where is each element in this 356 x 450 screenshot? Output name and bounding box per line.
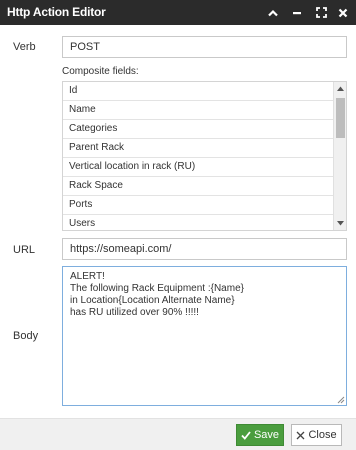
composite-field-item[interactable]: Id [63, 82, 334, 101]
url-label: URL [13, 244, 36, 256]
body-text-line: in Location{Location Alternate Name} [70, 295, 235, 306]
scroll-down-icon[interactable] [334, 217, 346, 230]
body-text: ALERT! The following Rack Equipment :{Nam… [70, 271, 339, 319]
close-button-label: Close [308, 429, 337, 441]
minimize-icon[interactable] [286, 0, 308, 25]
composite-fields-items: Id Name Categories Parent Rack Vertical loca… [63, 82, 334, 230]
url-input[interactable]: https://someapi.com/ [62, 238, 347, 260]
body-text-line: has RU utilized over 90% !!!!! [70, 307, 199, 318]
save-button-label: Save [253, 429, 280, 441]
chevron-up-icon[interactable] [262, 0, 284, 25]
composite-field-item[interactable]: Name [63, 101, 334, 120]
body-text-line: The following Rack Equipment :{Name} [70, 283, 244, 294]
body-label: Body [13, 330, 39, 342]
composite-field-item[interactable]: Categories [63, 120, 334, 139]
dialog-footer: Save Close [0, 418, 356, 450]
checkmark-icon [241, 430, 251, 440]
expand-icon[interactable] [310, 0, 332, 25]
verb-input[interactable]: POST [62, 36, 347, 58]
composite-field-item[interactable]: Ports [63, 196, 334, 215]
verb-label: Verb [13, 41, 36, 53]
save-button[interactable]: Save [236, 424, 284, 446]
body-text-line: ALERT! [70, 271, 105, 282]
composite-field-item[interactable]: Users [63, 215, 334, 230]
close-x-icon [296, 431, 305, 439]
dialog-title: Http Action Editor [7, 5, 106, 19]
body-textarea[interactable]: ALERT! The following Rack Equipment :{Nam… [62, 266, 347, 406]
http-action-editor-dialog: Http Action Editor Verb POST Composite f… [0, 0, 356, 450]
composite-field-item[interactable]: Vertical location in rack (RU) [63, 158, 334, 177]
scroll-up-icon[interactable] [334, 82, 346, 95]
composite-field-item[interactable]: Rack Space [63, 177, 334, 196]
title-bar[interactable]: Http Action Editor [0, 0, 356, 25]
scroll-thumb[interactable] [336, 98, 345, 138]
composite-field-item[interactable]: Parent Rack [63, 139, 334, 158]
composite-fields-list[interactable]: Id Name Categories Parent Rack Vertical loca… [62, 81, 347, 231]
close-icon[interactable] [332, 0, 354, 25]
composite-fields-label: Composite fields: [62, 66, 139, 77]
list-scrollbar[interactable] [333, 82, 346, 230]
resize-grip-icon[interactable] [336, 395, 345, 404]
close-button[interactable]: Close [291, 424, 342, 446]
